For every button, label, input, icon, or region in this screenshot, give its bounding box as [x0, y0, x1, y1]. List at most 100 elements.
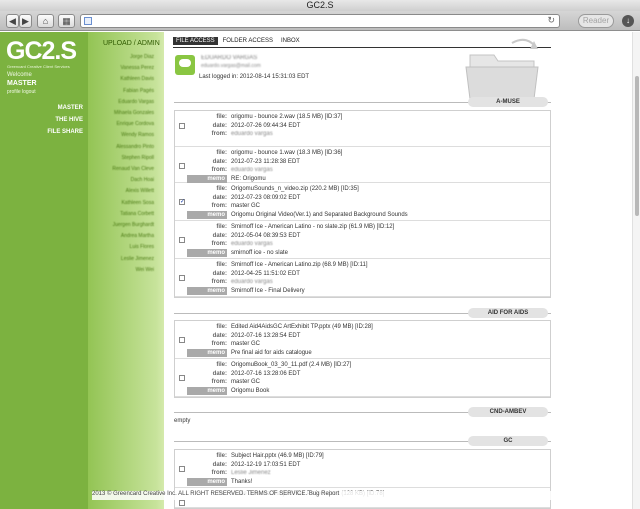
field-label: date: — [212, 194, 227, 201]
address-bar[interactable]: ↻ — [80, 14, 560, 28]
home-icon[interactable]: ⌂ — [37, 14, 54, 28]
tab-folder-access[interactable]: FOLDER ACCESS — [220, 37, 276, 45]
reader-button[interactable]: Reader — [578, 14, 614, 28]
member-link[interactable]: Alexis Willett — [126, 188, 154, 194]
chat-bubble-icon — [179, 59, 191, 67]
member-link[interactable]: Mihaela Gonzales — [114, 110, 154, 116]
file-checkbox[interactable] — [179, 163, 185, 169]
scrollbar-thumb[interactable] — [635, 76, 639, 216]
top-sites-icon[interactable]: ▦ — [58, 14, 75, 28]
member-link[interactable]: Juergen Burghardt — [113, 222, 154, 228]
left-sidebar — [0, 32, 88, 509]
field-label: memo — [187, 386, 227, 395]
browser-toolbar: ◀ ▶ ⌂ ▦ ↻ Reader ↓ — [0, 11, 640, 31]
field-label: file: — [216, 150, 227, 156]
field-label: date: — [212, 232, 227, 239]
member-link[interactable]: Alessandro Pinto — [116, 144, 154, 150]
field-label: from: — [211, 279, 227, 285]
member-link[interactable]: Kathleen Sosa — [121, 200, 154, 206]
field-label: date: — [212, 122, 227, 129]
field-value: eduardo vargas — [231, 131, 273, 137]
field-value: 2012-12-19 17:03:51 EDT — [231, 461, 301, 468]
field-value: 2012-07-16 13:28:54 EDT — [231, 332, 301, 339]
field-label: memo — [187, 286, 227, 295]
footer: 2013 © Greencard Creative Inc. ALL RIGHT… — [92, 491, 552, 500]
field-value: Origomu Book — [231, 387, 270, 394]
file-checkbox[interactable] — [179, 500, 185, 506]
file-link[interactable]: OrigomuSounds_n_video.zip (220.2 MB) [ID… — [231, 185, 359, 193]
nav-file-share[interactable]: FILE SHARE — [47, 129, 83, 135]
member-link[interactable]: Dach Hoai — [131, 177, 154, 183]
field-label: from: — [211, 131, 227, 137]
section-header: A-MUSE — [468, 97, 548, 107]
nav-the-hive[interactable]: THE HIVE — [55, 117, 83, 123]
member-link[interactable]: Luis Flores — [130, 244, 154, 250]
member-link[interactable]: Eduardo Vargas — [118, 99, 154, 105]
member-link[interactable]: Stephen Ripoll — [121, 155, 154, 161]
field-label: file: — [216, 186, 227, 192]
downloads-icon[interactable]: ↓ — [622, 15, 634, 27]
username: MASTER — [7, 80, 37, 87]
field-label: memo — [187, 477, 227, 486]
field-label: memo — [187, 248, 227, 257]
nav-master[interactable]: MASTER — [58, 105, 83, 111]
upload-admin-link[interactable]: UPLOAD / ADMIN — [103, 40, 160, 47]
scrollbar[interactable] — [632, 32, 640, 509]
file-entry: file: Smirnoff Ice - American Latino.zip … — [175, 259, 550, 297]
member-link[interactable]: Tatiana Corbett — [120, 211, 154, 217]
file-checkbox[interactable]: ✓ — [179, 199, 185, 205]
file-checkbox[interactable] — [179, 237, 185, 243]
field-value: master GC — [231, 341, 261, 347]
field-label: date: — [212, 370, 227, 377]
field-label: memo — [187, 210, 227, 219]
file-link[interactable]: origomu - bounce 2.wav (18.5 MB) [ID:37] — [231, 113, 342, 121]
back-arrow-icon[interactable]: ◀ — [6, 14, 19, 28]
file-link[interactable]: Edited Aid4AidsGC ArtExhibit TP.pptx (49… — [231, 323, 373, 331]
field-value: 2012-07-23 08:09:02 EDT — [231, 194, 301, 201]
file-entry: file: Edited Aid4AidsGC ArtExhibit TP.ppt… — [175, 321, 550, 359]
file-list: file: origomu - bounce 2.wav (18.5 MB) [I… — [174, 110, 551, 298]
field-value: Origomu Original Video(Ver.1) and Separa… — [231, 211, 408, 218]
member-link[interactable]: Jorge Diaz — [130, 54, 154, 60]
field-value: RE: Origomu — [231, 175, 266, 182]
file-checkbox[interactable] — [179, 375, 185, 381]
member-link[interactable]: Leslie Jimenez — [121, 256, 154, 262]
member-link[interactable]: Vanessa Perez — [120, 65, 154, 71]
field-label: from: — [211, 167, 227, 173]
forward-arrow-icon[interactable]: ▶ — [19, 14, 32, 28]
field-value: Pre final aid for aids catalogue — [231, 349, 312, 356]
file-link[interactable]: Subject Hair.pptx (46.9 MB) [ID:79] — [231, 452, 324, 460]
section-header: CND-AMBEV — [468, 407, 548, 417]
file-link[interactable]: Smirnoff Ice - American Latino - no slat… — [231, 223, 394, 231]
file-checkbox[interactable] — [179, 275, 185, 281]
profile-name: EDUARDO VARGAS — [201, 55, 258, 61]
empty-text: empty — [174, 418, 191, 424]
member-link[interactable]: Renaud Van Cleve — [112, 166, 154, 172]
tab-inbox[interactable]: INBOX — [278, 37, 303, 45]
file-checkbox[interactable] — [179, 123, 185, 129]
file-checkbox[interactable] — [179, 466, 185, 472]
member-link[interactable]: Wei Wei — [136, 267, 154, 273]
field-label: file: — [216, 362, 227, 368]
field-value: eduardo vargas — [231, 241, 273, 247]
field-label: memo — [187, 174, 227, 183]
tab-file-access[interactable]: FILE ACCESS — [173, 37, 218, 45]
file-link[interactable]: OrigomuBook_03_30_11.pdf (2.4 MB) [ID:27… — [231, 361, 351, 369]
member-link[interactable]: Enrique Cordova — [116, 121, 154, 127]
file-entry: file: origomu - bounce 2.wav (18.5 MB) [I… — [175, 111, 550, 147]
profile-logout-link[interactable]: profile logout — [7, 89, 36, 95]
field-label: date: — [212, 270, 227, 277]
member-link[interactable]: Andrea Martha — [121, 233, 154, 239]
field-value: 2012-07-23 11:28:38 EDT — [231, 158, 300, 165]
file-checkbox[interactable] — [179, 337, 185, 343]
member-link[interactable]: Kathleen Davis — [120, 76, 154, 82]
file-link[interactable]: Smirnoff Ice - American Latino.zip (68.9… — [231, 261, 368, 269]
file-entry: file: OrigomuBook_03_30_11.pdf (2.4 MB) [… — [175, 359, 550, 397]
file-link[interactable]: origomu - bounce 1.wav (18.3 MB) [ID:36] — [231, 149, 342, 157]
field-value: master GC — [231, 379, 261, 385]
logo: GC2.S — [6, 37, 77, 65]
member-link[interactable]: Wendy Ramos — [121, 132, 154, 138]
member-link[interactable]: Fabian Pagés — [123, 88, 154, 94]
reload-icon[interactable]: ↻ — [547, 15, 555, 26]
field-value: 2012-04-25 11:51:02 EDT — [231, 270, 300, 277]
